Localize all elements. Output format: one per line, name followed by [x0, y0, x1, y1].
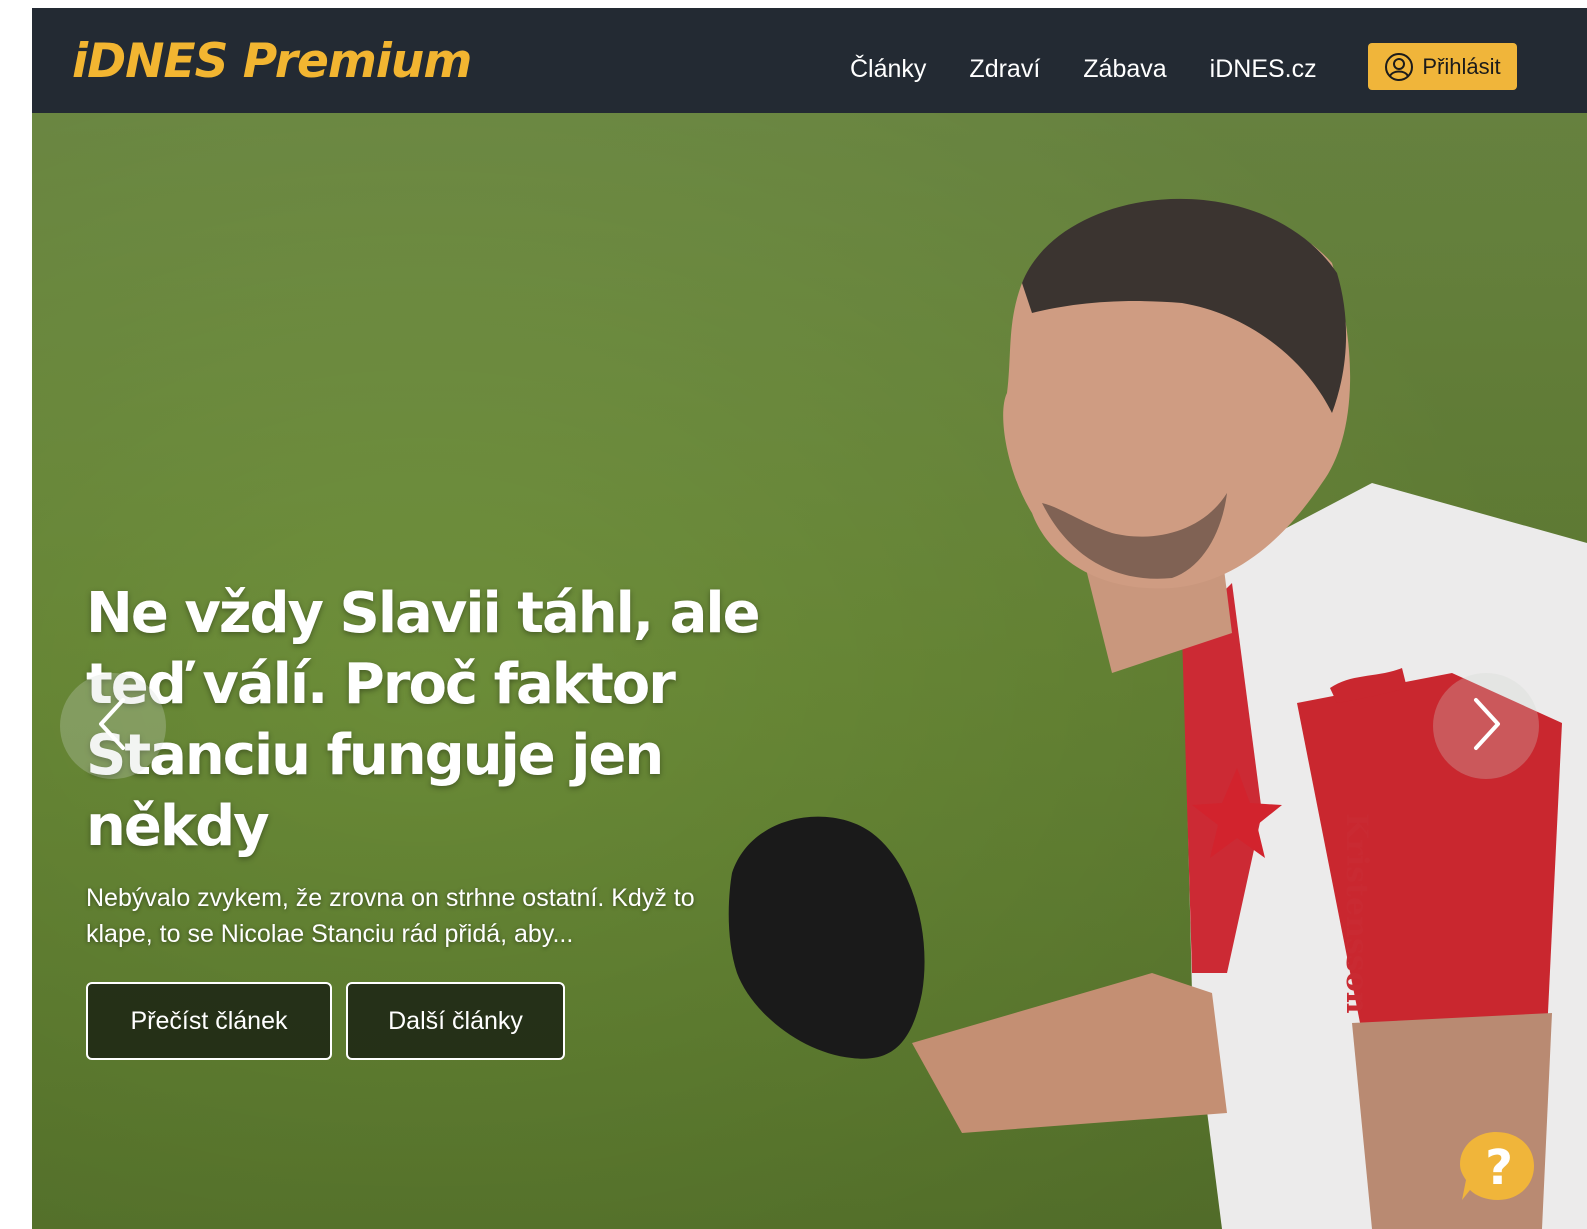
- chevron-left-icon: [93, 694, 133, 759]
- nav-item-clanky[interactable]: Články: [850, 52, 926, 86]
- nav-item-idnes[interactable]: iDNES.cz: [1210, 52, 1317, 86]
- hero-excerpt-line: klape, to se Nicolae Stanciu rád přidá, …: [86, 920, 574, 948]
- svg-text:?: ?: [1485, 1140, 1513, 1196]
- more-articles-button[interactable]: Další články: [346, 982, 565, 1060]
- hero-carousel: Kristensson Ne vždy Slavii táhl, ale teď…: [32, 113, 1587, 1229]
- hero-title[interactable]: Ne vždy Slavii táhl, ale teď válí. Proč …: [86, 578, 826, 862]
- help-question-icon[interactable]: ?: [1458, 1128, 1538, 1208]
- nav-item-zdravi[interactable]: Zdraví: [969, 52, 1040, 86]
- hero-title-line: Ne vždy Slavii táhl, ale: [86, 581, 761, 646]
- carousel-next-button[interactable]: [1433, 673, 1539, 779]
- chevron-right-icon: [1466, 694, 1506, 759]
- page: iDNES Premium Články Zdraví Zábava iDNES…: [32, 8, 1587, 1229]
- carousel-prev-button[interactable]: [60, 673, 166, 779]
- hero-title-line: Stanciu funguje jen někdy: [86, 723, 664, 859]
- hero-excerpt-line: Nebývalo zvykem, že zrovna on strhne ost…: [86, 884, 695, 912]
- site-header: iDNES Premium Články Zdraví Zábava iDNES…: [32, 8, 1587, 113]
- user-circle-icon: [1384, 52, 1414, 82]
- read-article-button[interactable]: Přečíst článek: [86, 982, 332, 1060]
- site-logo[interactable]: iDNES Premium: [72, 32, 472, 92]
- nav-item-zabava[interactable]: Zábava: [1083, 52, 1166, 86]
- main-nav: Články Zdraví Zábava iDNES.cz: [850, 52, 1360, 86]
- hero-content: Ne vždy Slavii táhl, ale teď válí. Proč …: [86, 578, 826, 1060]
- hero-buttons: Přečíst článek Další články: [86, 982, 826, 1060]
- hero-excerpt: Nebývalo zvykem, že zrovna on strhne ost…: [86, 880, 806, 952]
- hero-title-line: teď válí. Proč faktor: [86, 652, 676, 717]
- login-label: Přihlásit: [1422, 53, 1501, 79]
- login-button[interactable]: Přihlásit: [1368, 43, 1517, 90]
- jersey-text: Kristensson: [1339, 813, 1374, 1014]
